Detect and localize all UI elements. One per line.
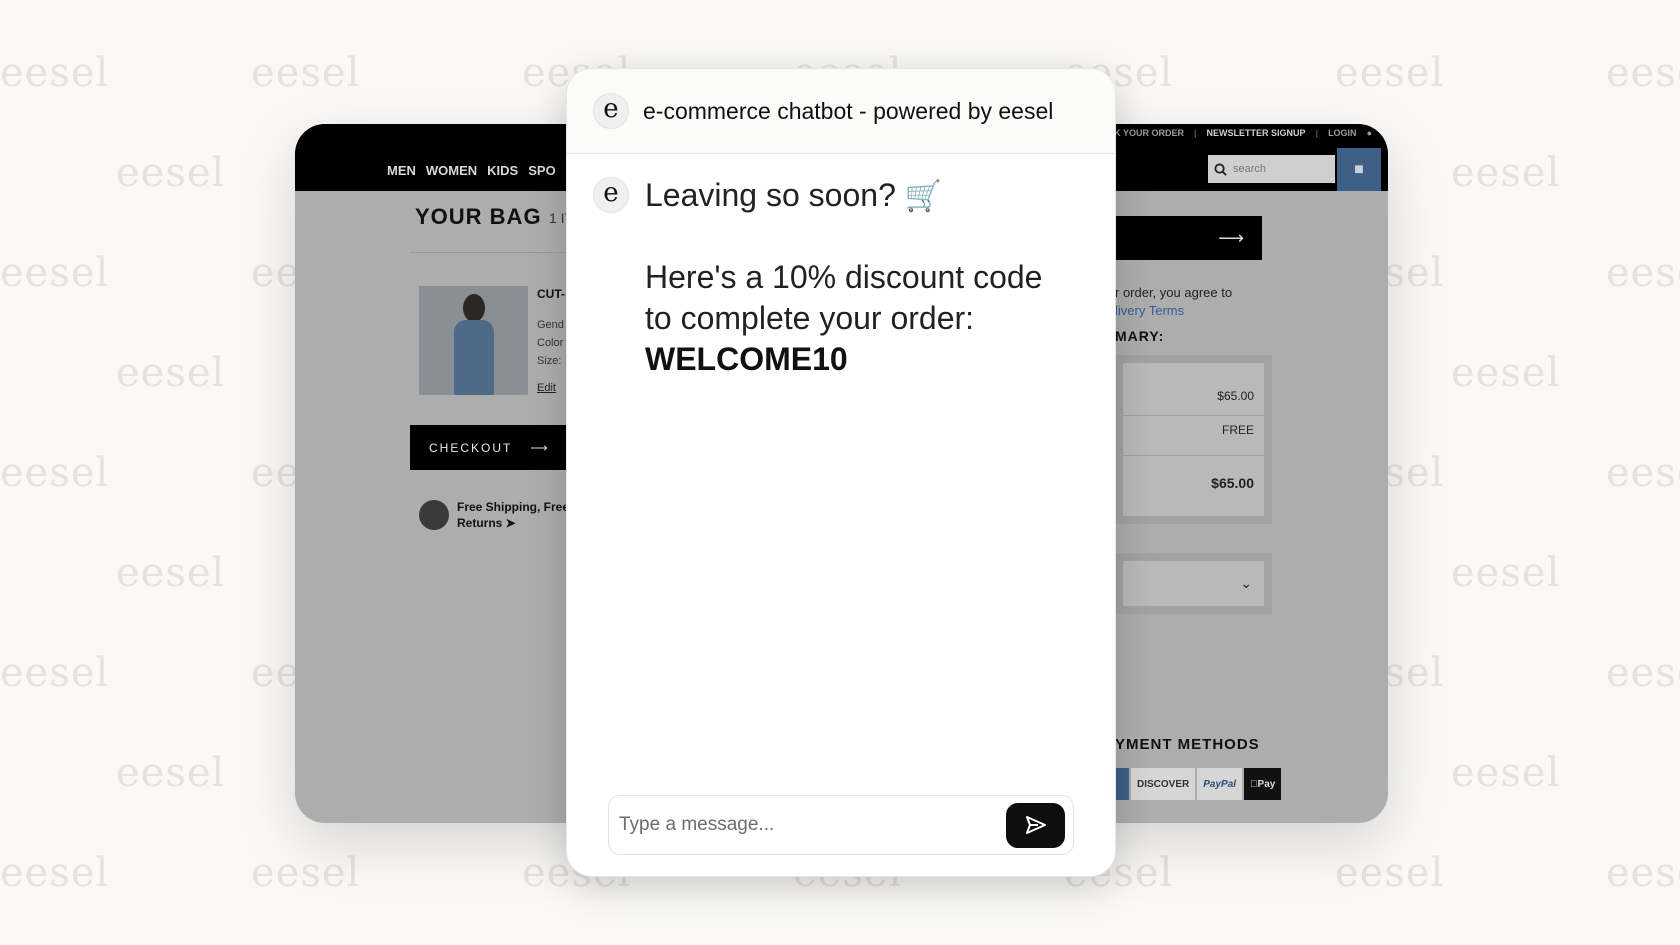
paypal-icon: PayPal bbox=[1197, 768, 1243, 800]
watermark-text: eesel bbox=[1335, 850, 1445, 896]
delivery-terms-link[interactable]: livery Terms bbox=[1115, 303, 1184, 318]
login-link[interactable]: LOGIN bbox=[1328, 128, 1357, 138]
edit-link[interactable]: Edit bbox=[537, 382, 556, 394]
bot-message: Leaving so soon? 🛒 Here's a 10% discount… bbox=[645, 175, 1075, 380]
message-avatar: e bbox=[593, 177, 629, 213]
product-size: Size: bbox=[537, 355, 562, 367]
track-order-link[interactable]: CK YOUR ORDER bbox=[1108, 128, 1184, 138]
order-summary: $65.00 FREE $65.00 bbox=[1115, 355, 1272, 524]
message-greeting: Leaving so soon? 🛒 bbox=[645, 177, 943, 213]
continue-button[interactable]: ⟶ bbox=[1115, 216, 1262, 260]
watermark-text: eesel bbox=[116, 550, 226, 596]
watermark-text: eesel bbox=[1451, 350, 1561, 396]
shipping-line: Free Shipping, Free bbox=[457, 500, 570, 514]
shopping-cart-icon: 🛒 bbox=[904, 180, 943, 213]
payment-methods: DISCOVER PayPal Pay bbox=[1115, 768, 1282, 800]
store-nav: MEN WOMEN KIDS SPO bbox=[387, 163, 556, 178]
chat-widget: e e-commerce chatbot - powered by eesel … bbox=[566, 68, 1116, 877]
watermark-text: eesel bbox=[1335, 50, 1445, 96]
send-icon bbox=[1025, 816, 1046, 834]
search-placeholder: search bbox=[1233, 163, 1267, 175]
checkout-button[interactable]: CHECKOUT ⟶ bbox=[410, 425, 570, 470]
product-meta: Gend Color Size: bbox=[537, 316, 564, 370]
watermark-text: eesel bbox=[1606, 850, 1680, 896]
message-input[interactable] bbox=[619, 814, 1006, 836]
discover-icon: DISCOVER bbox=[1131, 768, 1196, 800]
search-icon bbox=[1214, 162, 1227, 176]
amex-icon bbox=[1115, 768, 1129, 800]
utility-bar: CK YOUR ORDER | NEWSLETTER SIGNUP | LOGI… bbox=[1107, 128, 1372, 138]
watermark-text: eesel bbox=[251, 850, 361, 896]
order-summary-label: MARY: bbox=[1115, 328, 1165, 344]
watermark-text: eesel bbox=[251, 50, 361, 96]
shipping-info: Free Shipping, Free Returns ➤ bbox=[457, 499, 569, 531]
user-icon: ● bbox=[1366, 128, 1372, 138]
product-image[interactable] bbox=[419, 286, 528, 395]
checkout-label: CHECKOUT bbox=[429, 440, 513, 455]
watermark-text: eesel bbox=[1606, 450, 1680, 496]
watermark-text: eesel bbox=[116, 350, 226, 396]
message-line: Here's a 10% discount code bbox=[645, 259, 1043, 295]
truck-icon bbox=[419, 500, 449, 530]
watermark-text: eesel bbox=[0, 450, 110, 496]
arrow-right-icon: ⟶ bbox=[1218, 227, 1244, 248]
arrow-right-icon: ⟶ bbox=[530, 440, 550, 455]
shopping-bag-icon[interactable]: ■ bbox=[1337, 148, 1381, 191]
watermark-text: eesel bbox=[0, 850, 110, 896]
shipping-value: FREE bbox=[1221, 423, 1254, 437]
promo-dropdown[interactable]: ⌄ bbox=[1115, 553, 1272, 614]
watermark-text: eesel bbox=[116, 150, 226, 196]
nav-women[interactable]: WOMEN bbox=[426, 163, 477, 178]
watermark-text: eesel bbox=[1606, 50, 1680, 96]
chevron-down-icon: ⌄ bbox=[1240, 575, 1252, 591]
subtotal-value: $65.00 bbox=[1217, 389, 1254, 403]
discount-code: WELCOME10 bbox=[645, 341, 848, 377]
payment-methods-label: YMENT METHODS bbox=[1115, 736, 1260, 753]
watermark-text: eesel bbox=[1451, 750, 1561, 796]
watermark-text: eesel bbox=[116, 750, 226, 796]
watermark-text: eesel bbox=[1606, 650, 1680, 696]
store-search[interactable]: search bbox=[1208, 155, 1335, 183]
watermark-text: eesel bbox=[0, 250, 110, 296]
watermark-text: eesel bbox=[1451, 150, 1561, 196]
chat-header: e e-commerce chatbot - powered by eesel bbox=[567, 69, 1115, 154]
message-line: to complete your order: bbox=[645, 300, 975, 336]
apple-pay-icon: Pay bbox=[1244, 768, 1282, 800]
nav-sport[interactable]: SPO bbox=[528, 163, 555, 178]
divider bbox=[410, 252, 570, 253]
bot-avatar: e bbox=[593, 93, 629, 129]
returns-link[interactable]: Returns ➤ bbox=[457, 515, 569, 531]
message-composer bbox=[608, 795, 1074, 855]
newsletter-link[interactable]: NEWSLETTER SIGNUP bbox=[1207, 128, 1306, 138]
product-color: Color bbox=[537, 337, 564, 349]
watermark-text: eesel bbox=[0, 50, 110, 96]
nav-men[interactable]: MEN bbox=[387, 163, 416, 178]
chat-title: e-commerce chatbot - powered by eesel bbox=[643, 97, 1054, 124]
total-value: $65.00 bbox=[1211, 475, 1254, 491]
product-gender: Gend bbox=[537, 319, 564, 331]
watermark-text: eesel bbox=[1606, 250, 1680, 296]
bag-title: YOUR BAG bbox=[415, 204, 542, 229]
nav-kids[interactable]: KIDS bbox=[487, 163, 518, 178]
watermark-text: eesel bbox=[1451, 550, 1561, 596]
product-name: CUT- bbox=[537, 287, 565, 301]
send-button[interactable] bbox=[1006, 802, 1065, 848]
terms-notice: r order, you agree to livery Terms bbox=[1115, 285, 1233, 318]
watermark-text: eesel bbox=[0, 650, 110, 696]
